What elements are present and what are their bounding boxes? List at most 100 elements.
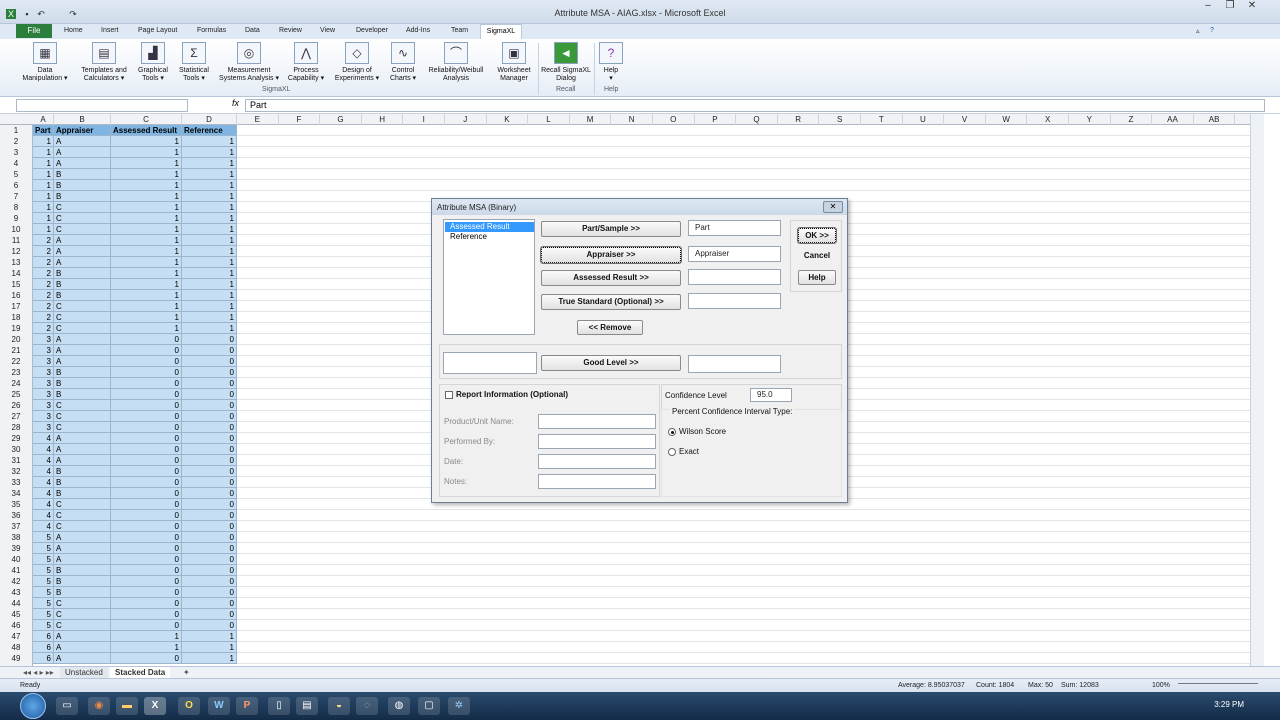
row-header[interactable]: 36 [0, 510, 32, 521]
table-cell[interactable]: 1 [182, 158, 237, 169]
table-cell[interactable]: 5 [33, 598, 54, 609]
table-cell[interactable]: 0 [111, 521, 182, 532]
row-header[interactable]: 25 [0, 389, 32, 400]
table-cell[interactable]: 0 [111, 356, 182, 367]
table-cell[interactable]: 4 [33, 466, 54, 477]
table-cell[interactable]: 0 [182, 367, 237, 378]
column-header-n[interactable]: N [611, 114, 653, 125]
table-cell[interactable]: 1 [182, 279, 237, 290]
table-cell[interactable]: 0 [111, 576, 182, 587]
table-cell[interactable]: 1 [182, 653, 237, 664]
table-cell[interactable]: 1 [111, 246, 182, 257]
column-header-x[interactable]: X [1027, 114, 1069, 125]
explorer-icon[interactable]: ▭ [56, 697, 78, 715]
column-header-b[interactable]: B [54, 114, 111, 125]
app-icon[interactable]: ✲ [448, 697, 470, 715]
row-header[interactable]: 2 [0, 136, 32, 147]
name-box[interactable] [16, 99, 188, 112]
table-cell[interactable]: 1 [111, 180, 182, 191]
notes-field[interactable] [538, 474, 656, 489]
table-cell[interactable]: 4 [33, 433, 54, 444]
table-cell[interactable]: B [54, 367, 111, 378]
column-header-z[interactable]: Z [1111, 114, 1153, 125]
reliability-weibull-button[interactable]: ⌒ Reliability/Weibull Analysis [423, 42, 489, 83]
table-cell[interactable]: B [54, 169, 111, 180]
row-header[interactable]: 40 [0, 554, 32, 565]
table-cell[interactable]: 1 [111, 158, 182, 169]
column-header-e[interactable]: E [237, 114, 279, 125]
column-header-m[interactable]: M [570, 114, 612, 125]
table-cell[interactable]: 0 [111, 620, 182, 631]
table-cell[interactable]: 6 [33, 642, 54, 653]
remove-button[interactable]: << Remove [577, 320, 643, 335]
table-cell[interactable]: 1 [182, 180, 237, 191]
row-header[interactable]: 5 [0, 169, 32, 180]
column-header-s[interactable]: S [819, 114, 861, 125]
control-charts-button[interactable]: ∿ Control Charts ▾ [385, 42, 421, 83]
start-button[interactable] [20, 693, 46, 719]
row-header[interactable]: 12 [0, 246, 32, 257]
table-cell[interactable]: 1 [33, 169, 54, 180]
wilson-score-radio[interactable] [668, 428, 676, 436]
table-cell[interactable]: 2 [33, 246, 54, 257]
appraiser-field[interactable]: Appraiser [688, 246, 781, 262]
table-cell[interactable]: 0 [111, 389, 182, 400]
worksheet-manager-button[interactable]: ▣ Worksheet Manager [492, 42, 536, 83]
table-cell[interactable]: 1 [111, 323, 182, 334]
table-cell[interactable]: 0 [182, 334, 237, 345]
column-header-u[interactable]: U [903, 114, 945, 125]
table-cell[interactable]: 1 [111, 631, 182, 642]
table-cell[interactable]: 0 [111, 345, 182, 356]
row-header[interactable]: 6 [0, 180, 32, 191]
table-cell[interactable]: 0 [182, 477, 237, 488]
dialog-close-icon[interactable]: ✕ [823, 201, 843, 213]
row-header[interactable]: 14 [0, 268, 32, 279]
table-cell[interactable]: 2 [33, 279, 54, 290]
report-info-checkbox[interactable] [445, 391, 453, 399]
table-cell[interactable]: 0 [182, 576, 237, 587]
table-cell[interactable]: 0 [111, 433, 182, 444]
table-cell[interactable]: 2 [33, 312, 54, 323]
table-cell[interactable]: A [54, 334, 111, 345]
row-header[interactable]: 38 [0, 532, 32, 543]
table-cell[interactable]: 4 [33, 455, 54, 466]
close-icon[interactable]: ✕ [1244, 0, 1260, 12]
table-cell[interactable]: 1 [182, 290, 237, 301]
performed-by-field[interactable] [538, 434, 656, 449]
table-cell[interactable]: B [54, 488, 111, 499]
process-capability-button[interactable]: ⋀ Process Capability ▾ [284, 42, 328, 83]
table-cell[interactable]: 1 [111, 642, 182, 653]
table-cell[interactable]: 5 [33, 532, 54, 543]
table-cell[interactable]: 1 [111, 301, 182, 312]
table-cell[interactable]: 0 [182, 488, 237, 499]
table-cell[interactable]: 5 [33, 609, 54, 620]
table-cell[interactable]: 1 [33, 224, 54, 235]
table-cell[interactable]: 0 [111, 532, 182, 543]
row-header[interactable]: 7 [0, 191, 32, 202]
column-header-r[interactable]: R [778, 114, 820, 125]
table-cell[interactable]: 2 [33, 235, 54, 246]
true-standard-field[interactable] [688, 293, 781, 309]
row-header[interactable]: 1 [0, 125, 32, 136]
table-cell[interactable]: 1 [182, 136, 237, 147]
table-cell[interactable]: 0 [182, 499, 237, 510]
row-header[interactable]: 22 [0, 356, 32, 367]
column-title[interactable]: Reference [182, 125, 237, 136]
table-cell[interactable]: 1 [182, 323, 237, 334]
table-cell[interactable]: 1 [111, 224, 182, 235]
column-header-d[interactable]: D [182, 114, 237, 125]
help-button[interactable]: ? Help ▾ [598, 42, 624, 83]
table-cell[interactable]: C [54, 323, 111, 334]
table-cell[interactable]: 4 [33, 444, 54, 455]
table-cell[interactable]: 1 [111, 213, 182, 224]
app-icon[interactable]: ◍ [388, 697, 410, 715]
table-cell[interactable]: 1 [182, 312, 237, 323]
row-header[interactable]: 17 [0, 301, 32, 312]
row-header[interactable]: 23 [0, 367, 32, 378]
table-cell[interactable]: 6 [33, 653, 54, 664]
table-cell[interactable]: A [54, 345, 111, 356]
table-cell[interactable]: 5 [33, 576, 54, 587]
table-cell[interactable]: 1 [182, 246, 237, 257]
table-cell[interactable]: A [54, 444, 111, 455]
table-cell[interactable]: 1 [111, 268, 182, 279]
